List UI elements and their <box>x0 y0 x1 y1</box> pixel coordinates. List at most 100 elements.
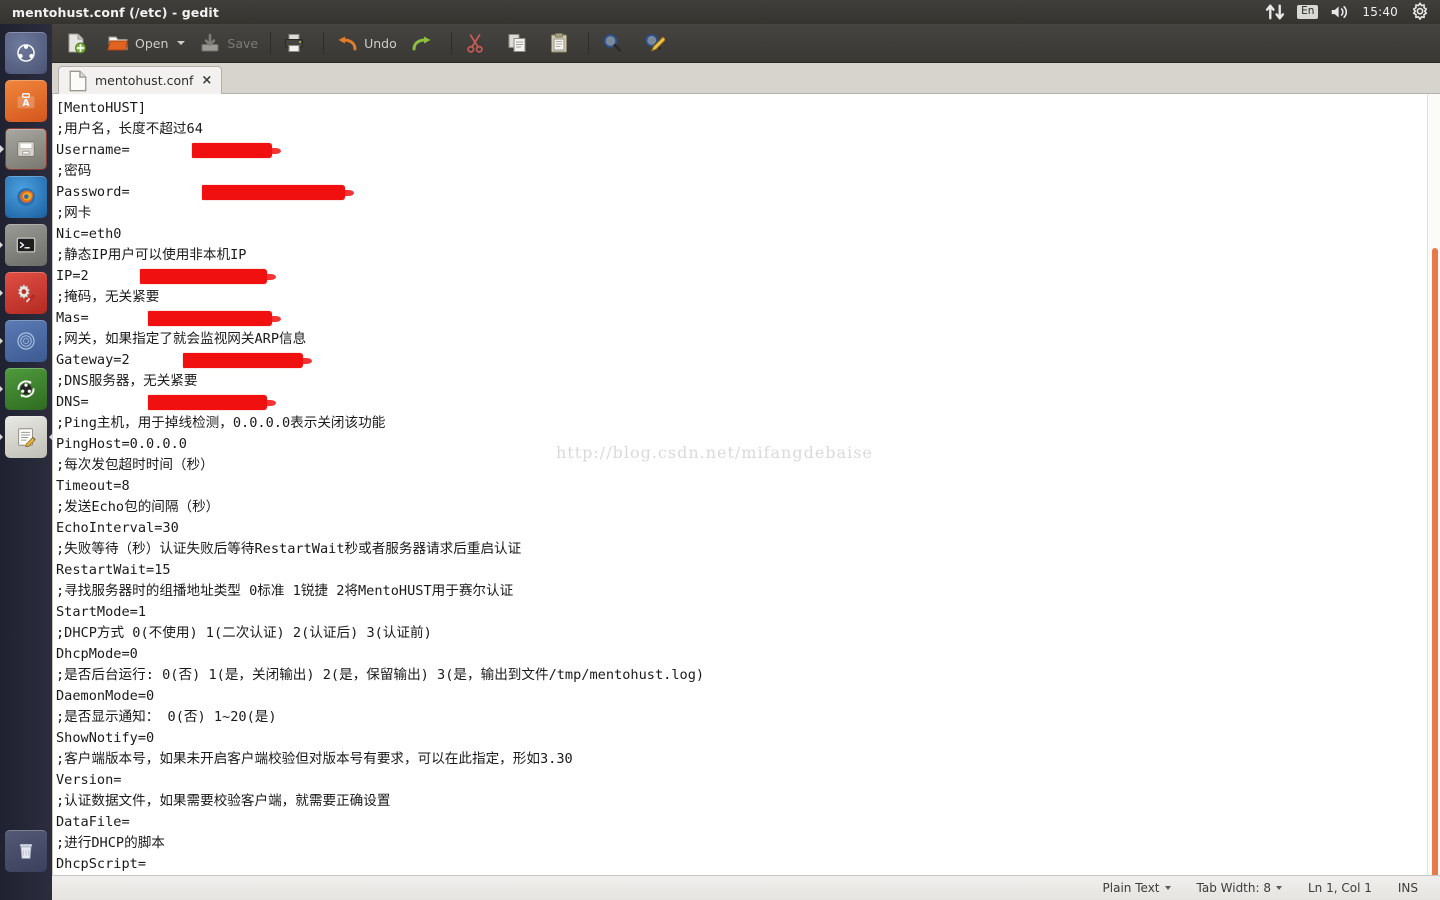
document-line-text: ;是否显示通知： 0(否) 1~20(是) <box>56 709 277 725</box>
tab-strip: mentohust.conf × <box>52 63 1440 94</box>
document-line: DhcpMode=0 <box>56 644 1440 665</box>
document-line-text: EchoInterval=30 <box>56 520 179 536</box>
document-line-text: ;DHCP方式 0(不使用) 1(二次认证) 2(认证后) 3(认证前) <box>56 625 432 641</box>
language-chevron-down-icon[interactable] <box>1164 886 1171 890</box>
document-line: ;是否后台运行: 0(否) 1(是，关闭输出) 2(是，保留输出) 3(是，输出… <box>56 665 1440 686</box>
keyboard-layout-indicator[interactable]: En <box>1297 4 1319 20</box>
document-line: Mas= <box>56 308 1440 329</box>
document-line-text: ;客户端版本号，如果未开启客户端校验但对版本号有要求，可以在此指定，形如3.30 <box>56 751 573 767</box>
new-document-button[interactable] <box>58 27 100 59</box>
volume-icon[interactable] <box>1329 1 1351 23</box>
document-view[interactable]: [MentoHUST] ;用户名，长度不超过64 Username= ;密码 Passw… <box>52 94 1440 875</box>
launcher-item-dash-home[interactable] <box>5 32 47 74</box>
launcher-item-trash[interactable] <box>5 830 47 872</box>
document-line-text: [MentoHUST] <box>56 100 147 116</box>
launcher-trash-area <box>0 826 52 878</box>
document-line: ;DNS服务器，无关紧要 <box>56 371 1440 392</box>
document-line-text: ;用户名，长度不超过64 <box>56 121 203 137</box>
tab-width-selector[interactable]: Tab Width: 8 <box>1197 881 1282 895</box>
document-line-text: DaemonMode=0 <box>56 688 155 704</box>
redo-button[interactable] <box>404 27 446 59</box>
clock[interactable]: 15:40 <box>1362 6 1398 18</box>
open-button[interactable]: Open <box>100 27 192 59</box>
replace-button[interactable] <box>636 27 678 59</box>
language-selector[interactable]: Plain Text <box>1103 881 1171 895</box>
network-updown-icon[interactable] <box>1264 1 1286 23</box>
document-line-text: RestartWait=15 <box>56 562 171 578</box>
launcher-item-software-updater[interactable] <box>5 368 47 410</box>
document-line-text: ;网卡 <box>56 205 92 221</box>
document-line-text: ;网关，如果指定了就会监视网关ARP信息 <box>56 331 307 347</box>
paste-button[interactable] <box>541 27 583 59</box>
document-line-text: ;发送Echo包的间隔（秒） <box>56 499 220 515</box>
find-button[interactable] <box>594 27 636 59</box>
document-line: ;DHCP方式 0(不使用) 1(二次认证) 2(认证后) 3(认证前) <box>56 623 1440 644</box>
document-line: ;Ping主机，用于掉线检测，0.0.0.0表示关闭该功能 <box>56 413 1440 434</box>
print-button[interactable] <box>276 27 318 59</box>
document-text[interactable]: [MentoHUST] ;用户名，长度不超过64 Username= ;密码 Passw… <box>56 98 1440 875</box>
document-line: ;每次发包超时时间（秒） <box>56 455 1440 476</box>
document-line: Password= <box>56 182 1440 203</box>
document-line: EchoInterval=30 <box>56 518 1440 539</box>
undo-button[interactable]: Undo <box>329 27 404 59</box>
tab-close-icon[interactable]: × <box>201 74 212 87</box>
document-line-text: IP=2 <box>56 268 89 284</box>
window-title: mentohust.conf (/etc) - gedit <box>12 4 219 20</box>
document-line-text: Username= <box>56 142 130 158</box>
insert-mode-label: INS <box>1397 881 1418 895</box>
gedit-toolbar: Open Save Undo <box>52 24 1440 63</box>
document-line-text: Gateway=2 <box>56 352 130 368</box>
cut-button[interactable] <box>457 27 499 59</box>
launcher-item-gedit[interactable] <box>5 416 47 458</box>
unity-launcher: A <box>0 24 52 900</box>
document-line: Nic=eth0 <box>56 224 1440 245</box>
document-line-text: DataFile= <box>56 814 130 830</box>
document-line: ;用户名，长度不超过64 <box>56 119 1440 140</box>
document-line-text: DhcpMode=0 <box>56 646 138 662</box>
tab-width-chevron-down-icon[interactable] <box>1275 886 1282 890</box>
gear-icon[interactable] <box>1409 1 1431 23</box>
document-line: RestartWait=15 <box>56 560 1440 581</box>
svg-text:A: A <box>22 98 30 109</box>
tab-mentohust-conf[interactable]: mentohust.conf × <box>58 66 223 94</box>
gedit-window: Open Save Undo mentohust.conf × [MentoHU… <box>52 24 1440 900</box>
launcher-item-firefox[interactable] <box>5 176 47 218</box>
launcher-item-system-settings[interactable] <box>5 272 47 314</box>
tab-width-label: Tab Width: 8 <box>1196 881 1271 895</box>
vertical-scrollbar[interactable] <box>1427 94 1440 875</box>
document-line: ;密码 <box>56 161 1440 182</box>
document-line-text: ;DNS服务器，无关紧要 <box>56 373 198 389</box>
save-button[interactable]: Save <box>192 27 265 59</box>
document-line: ;网卡 <box>56 203 1440 224</box>
document-line: DaemonMode=0 <box>56 686 1440 707</box>
document-line-text: StartMode=1 <box>56 604 147 620</box>
redaction-mark <box>140 269 276 284</box>
document-line: ShowNotify=0 <box>56 728 1440 749</box>
document-line: ;寻找服务器时的组播地址类型 0标准 1锐捷 2将MentoHUST用于赛尔认证 <box>56 581 1440 602</box>
tab-label: mentohust.conf <box>95 73 194 88</box>
open-label: Open <box>135 35 169 51</box>
scrollbar-thumb[interactable] <box>1432 248 1438 875</box>
open-chevron-down-icon[interactable] <box>177 41 186 45</box>
toolbar-separator <box>587 32 589 54</box>
copy-button[interactable] <box>499 27 541 59</box>
document-line-text: ;掩码，无关紧要 <box>56 289 160 305</box>
launcher-item-files[interactable] <box>5 128 47 170</box>
document-line: ;是否显示通知： 0(否) 1~20(是) <box>56 707 1440 728</box>
document-line: Timeout=8 <box>56 476 1440 497</box>
top-panel: mentohust.conf (/etc) - gedit En 15:40 <box>0 0 1440 24</box>
launcher-item-terminal[interactable] <box>5 224 47 266</box>
launcher-item-ubuntu-software-center[interactable]: A <box>5 80 47 122</box>
document-line: ;发送Echo包的间隔（秒） <box>56 497 1440 518</box>
document-line-text: ;静态IP用户可以使用非本机IP <box>56 247 247 263</box>
document-line-text: ;失败等待（秒）认证失败后等待RestartWait秒或者服务器请求后重启认证 <box>56 541 522 557</box>
document-line: ;掩码，无关紧要 <box>56 287 1440 308</box>
insert-mode-indicator: INS <box>1398 881 1418 895</box>
document-line-text: ShowNotify=0 <box>56 730 155 746</box>
redaction-mark <box>192 143 281 158</box>
redaction-mark <box>202 185 354 200</box>
document-line: ;客户端版本号，如果未开启客户端校验但对版本号有要求，可以在此指定，形如3.30 <box>56 749 1440 770</box>
document-line: ;认证数据文件，如果需要校验客户端，就需要正确设置 <box>56 791 1440 812</box>
launcher-item-workspace-switcher[interactable] <box>5 320 47 362</box>
document-line-text: ;是否后台运行: 0(否) 1(是，关闭输出) 2(是，保留输出) 3(是，输出… <box>56 667 705 683</box>
